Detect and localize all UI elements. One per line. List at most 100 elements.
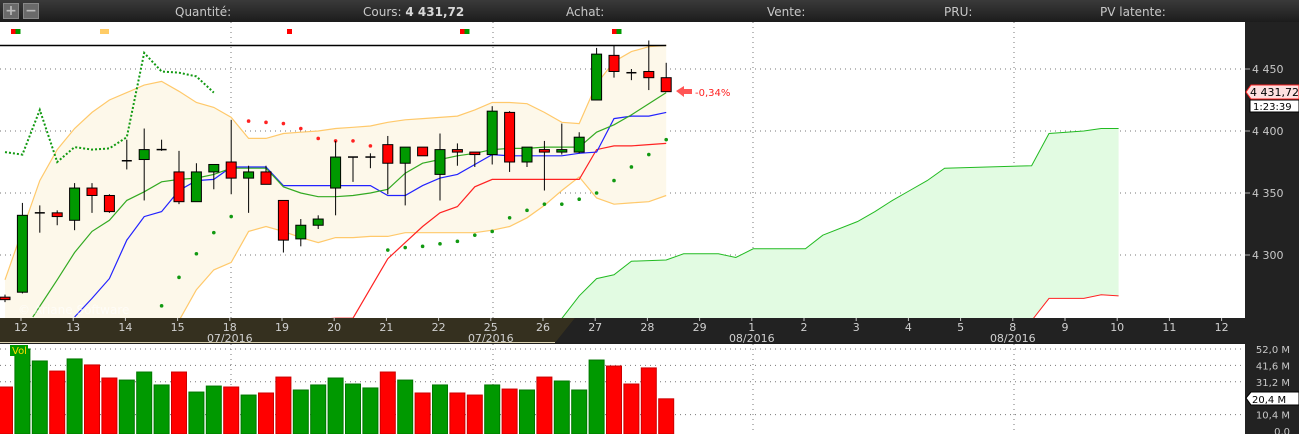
volume-bar[interactable] [240,394,257,434]
sar-dot [455,239,460,244]
candle[interactable] [591,47,603,101]
volume-bar[interactable] [101,377,118,434]
candle-body [556,149,568,153]
volume-bar[interactable] [397,379,414,434]
candle-body [417,146,429,157]
volume-bar[interactable] [536,376,553,434]
candle-body [591,53,603,101]
signal-marker[interactable] [460,29,465,34]
signal-marker[interactable] [11,29,16,34]
volume-bar[interactable] [31,360,48,434]
date-label: 27 [588,321,602,334]
date-label: 4 [905,321,912,334]
vente-label: Vente: [767,5,806,19]
volume-bar[interactable] [310,384,327,434]
volume-bar[interactable] [118,379,135,434]
volume-bar[interactable] [484,384,501,434]
pru-label: PRU: [944,5,973,19]
signal-marker[interactable] [612,29,617,34]
volume-bar[interactable] [205,385,222,434]
volume-bar[interactable] [623,383,640,434]
signal-marker[interactable] [464,29,470,34]
volume-bar[interactable] [327,377,344,434]
sar-dot [316,136,321,141]
volume-bar[interactable] [432,384,448,434]
volume-bar[interactable] [501,388,518,434]
candle-body [277,199,289,241]
candle-body [243,171,255,179]
countdown-time: 1:23:39 [1253,102,1292,113]
volume-bar[interactable] [292,389,309,434]
volume-bar[interactable] [640,367,657,434]
volume-bar[interactable] [466,394,483,434]
volume-bar[interactable] [362,387,379,434]
volume-bar[interactable] [606,365,622,434]
volume-bar[interactable] [345,383,361,434]
candle-body [138,149,150,161]
date-label: 13 [66,321,80,334]
date-axis-future [555,318,1245,343]
volume-bar[interactable] [84,364,100,434]
date-label: 2 [801,321,808,334]
volume-bar[interactable] [0,386,13,434]
candle-body [225,161,237,179]
month-label: 08/2016 [990,332,1036,345]
candle-body [208,163,220,173]
volume-bar[interactable] [153,384,170,434]
candle-body [573,136,585,153]
candle-body [51,212,63,218]
candle-body [434,149,446,175]
volume-bar[interactable] [449,392,466,434]
price-chart[interactable]: © Ariane Software 12 13 14 15 18 19 20 21 22 25 26… [0,22,1299,434]
volume-bar[interactable] [588,359,605,434]
candle-body [538,149,550,153]
achat-label: Achat: [566,5,605,19]
candle-body [103,194,115,213]
volume-bar[interactable] [49,370,66,434]
sar-dot [438,242,442,246]
volume-bar[interactable] [14,348,31,434]
volume-bar[interactable] [188,391,205,434]
date-label: 22 [432,321,446,334]
volume-tick-label: 52,0 M [1256,345,1290,356]
date-label: 9 [1062,321,1069,334]
cours-value: 4 431,72 [405,5,465,19]
info-bar: + − Quantité: Cours: 4 431,72 Achat: Ven… [0,0,1299,22]
volume-bar[interactable] [136,371,153,434]
volume-bar[interactable] [66,358,83,434]
zoom-out-button[interactable]: − [23,3,39,19]
sar-dot [664,137,668,142]
sar-dot [525,208,529,213]
sar-dot [403,245,408,250]
volume-bar[interactable] [414,392,431,434]
signal-marker[interactable] [100,29,109,34]
volume-bar[interactable] [379,371,396,434]
month-label: 08/2016 [729,332,775,345]
volume-bar[interactable] [171,371,187,434]
sar-dot [420,244,425,249]
last-price-value: 4 431,72 [1250,86,1299,99]
candle[interactable] [417,146,429,157]
volume-bar[interactable] [571,389,588,434]
volume-bar[interactable] [553,380,570,434]
sar-dot [560,202,564,206]
signal-marker[interactable] [15,29,21,34]
candle[interactable] [16,202,28,294]
candle-body [190,171,202,203]
candle-body [608,54,620,72]
volume-bar[interactable] [258,392,274,434]
date-label: 3 [853,321,860,334]
signal-marker[interactable] [616,29,622,34]
candle-body [486,110,498,156]
sar-dot [386,248,390,252]
volume-bar[interactable] [223,386,240,434]
sar-dot [281,121,286,126]
candle[interactable] [103,194,115,213]
date-label: 12 [14,321,28,334]
volume-bar[interactable] [519,389,535,434]
sar-dot [194,251,199,256]
signal-marker[interactable] [287,29,292,34]
zoom-in-button[interactable]: + [3,3,19,19]
volume-bar[interactable] [275,376,292,434]
volume-bar[interactable] [658,398,675,434]
